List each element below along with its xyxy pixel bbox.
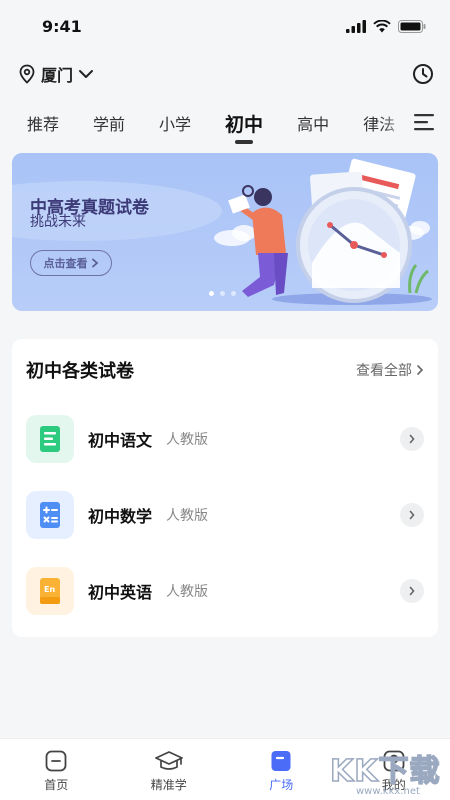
square-icon (271, 751, 291, 771)
nav-profile[interactable]: 我的 (338, 739, 450, 800)
banner-dot[interactable] (231, 291, 236, 296)
nav-label: 精准学 (150, 778, 187, 792)
tab-senior-high[interactable]: 高中 (280, 96, 346, 150)
banner-subtitle: 挑战未来 (30, 214, 86, 230)
nav-precise-learning[interactable]: 精准学 (113, 739, 226, 800)
chinese-book-icon (26, 415, 74, 463)
tab-primary[interactable]: 小学 (142, 96, 208, 150)
graduation-cap-icon (154, 751, 183, 770)
status-icons (346, 19, 426, 33)
subject-edition: 人教版 (166, 432, 209, 448)
subject-edition: 人教版 (166, 508, 209, 524)
subject-name: 初中语文 (88, 431, 153, 450)
card-header: 初中各类试卷 查看全部 (12, 339, 438, 401)
wifi-icon (373, 19, 391, 32)
chevron-right-icon (417, 365, 424, 375)
location-bar: 厦门 (0, 52, 450, 96)
subject-name: 初中英语 (88, 583, 153, 602)
math-book-icon (26, 491, 74, 539)
tab-junior-high[interactable]: 初中 (208, 96, 280, 150)
chevron-right-icon (91, 258, 98, 268)
english-book-icon: En (26, 567, 74, 615)
subject-row-chinese[interactable]: 初中语文 人教版 (12, 401, 438, 477)
banner-pagination (209, 291, 236, 296)
section-title: 初中各类试卷 (26, 361, 134, 382)
subject-edition: 人教版 (166, 584, 209, 600)
nav-label: 广场 (269, 778, 294, 792)
nav-label: 首页 (44, 778, 69, 792)
chevron-down-icon (79, 70, 94, 78)
tabs-fade (380, 96, 414, 150)
tab-recommend[interactable]: 推荐 (10, 96, 76, 150)
bottom-nav: 首页 精准学 广场 我的 (0, 738, 450, 800)
location-pin-icon (19, 64, 35, 84)
history-clock-icon[interactable] (412, 63, 434, 85)
nav-label: 我的 (381, 778, 406, 792)
status-bar: 9:41 (0, 0, 450, 52)
view-all-link[interactable]: 查看全部 (356, 360, 424, 380)
location-city: 厦门 (41, 66, 74, 85)
banner-illustration (12, 158, 432, 305)
location-selector[interactable]: 厦门 (18, 62, 94, 86)
chevron-right-icon[interactable] (400, 427, 424, 451)
banner-view-button[interactable]: 点击查看 (30, 250, 112, 276)
category-tabs: 推荐 学前 小学 初中 高中 律法 (0, 96, 450, 150)
subject-row-math[interactable]: 初中数学 人教版 (12, 477, 438, 553)
profile-icon (383, 750, 405, 772)
tab-preschool[interactable]: 学前 (76, 96, 142, 150)
svg-text:En: En (44, 585, 55, 594)
nav-square[interactable]: 广场 (225, 739, 338, 800)
exam-papers-card: 初中各类试卷 查看全部 初中语文 人教版 初中数学 人教版 En 初中英语 人教… (12, 339, 438, 637)
promo-banner[interactable]: 中高考真题试卷 挑战未来 点击查看 (12, 153, 438, 311)
menu-icon[interactable] (414, 113, 434, 131)
subject-name: 初中数学 (88, 507, 153, 526)
chevron-right-icon[interactable] (400, 503, 424, 527)
banner-dot[interactable] (220, 291, 225, 296)
battery-icon (398, 19, 426, 33)
home-icon (45, 750, 67, 772)
subject-row-english[interactable]: En 初中英语 人教版 (12, 553, 438, 629)
chevron-right-icon[interactable] (400, 579, 424, 603)
banner-dot[interactable] (209, 291, 214, 296)
signal-icon (346, 19, 366, 33)
nav-home[interactable]: 首页 (0, 739, 113, 800)
status-time: 9:41 (42, 16, 82, 36)
